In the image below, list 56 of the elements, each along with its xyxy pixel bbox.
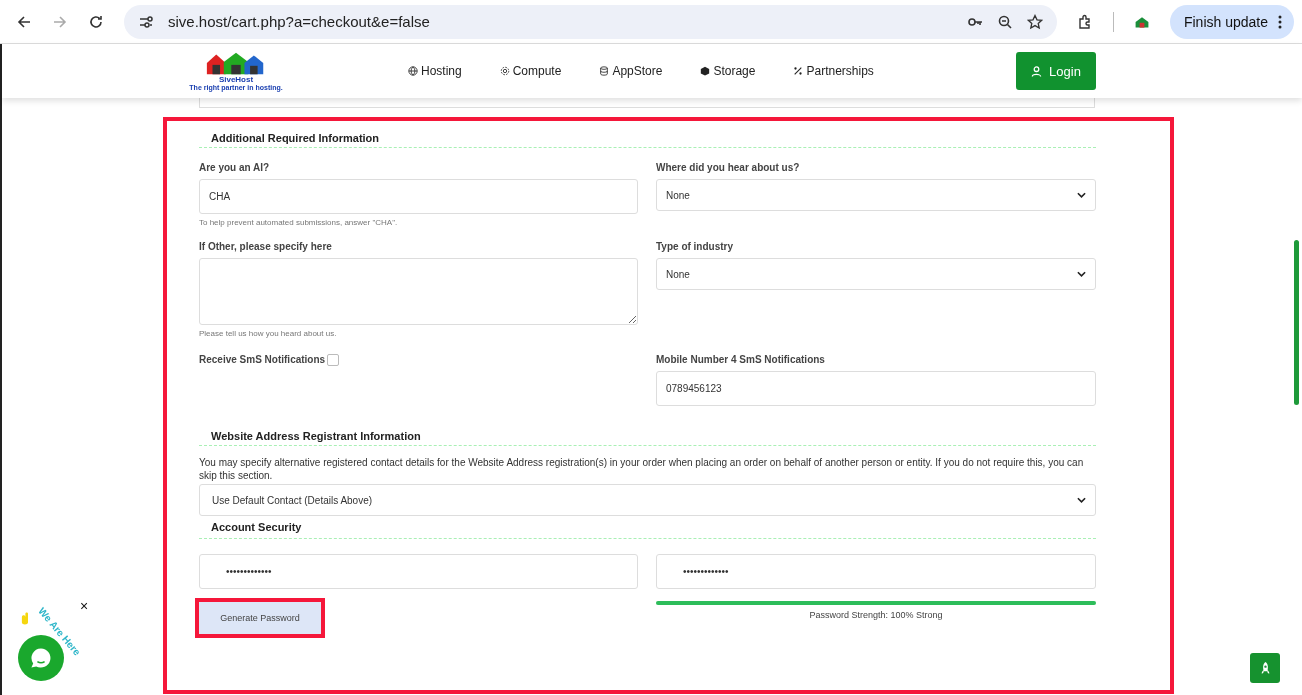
chevron-down-icon [1077,497,1086,503]
strength-text: Password Strength: 100% Strong [808,610,944,620]
field-label: If Other, please specify here [199,241,333,252]
puzzle-icon[interactable] [1076,13,1093,30]
input-field[interactable] [199,98,1095,108]
password-field[interactable]: ••••••••••••• [199,554,638,589]
field-label: Are you an AI? [199,162,271,173]
nav-link[interactable]: Partnerships [793,64,874,78]
section-title: Account Security [210,520,303,535]
nav-link[interactable]: Hosting [408,64,462,78]
gear-icon [499,66,510,76]
reload-icon[interactable] [88,13,104,30]
login-button[interactable]: Login [1016,52,1096,90]
chat-bubble-icon [29,646,53,670]
close-button[interactable]: × [80,600,89,612]
password-field[interactable]: ••••••••••••• [656,554,1096,589]
section-title: Website Address Registrant Information [210,429,422,444]
section-title: Additional Required Information [210,131,381,146]
description-text: You may specify alternative registered contact details for the Website Address registration(s) in your order when placing an order on behalf of another person or entity. If you do not require this, you can skip this section. [199,456,1085,482]
finish-update-button[interactable]: Finish update [1169,4,1294,39]
database-icon [599,66,610,76]
nav-link[interactable]: Compute [499,64,562,78]
address-bar[interactable]: sive.host/cart.php?a=checkout&e=false [124,4,1057,39]
zoom-icon[interactable] [996,13,1013,30]
percent-icon [793,66,804,76]
nav-link[interactable]: Storage [700,64,756,78]
dropdown-field[interactable]: None [656,179,1096,211]
cube-icon [700,66,711,76]
input-field[interactable]: CHA [199,179,638,214]
nav-link[interactable]: AppStore [599,64,663,78]
scrollbar-thumb[interactable] [1294,240,1299,405]
field-label: Type of industry [656,241,735,252]
waving-hand-icon [20,612,29,626]
field-label: Receive SmS Notifications [199,354,326,365]
checkbox[interactable] [327,354,340,366]
chat-button[interactable] [18,635,64,681]
url-text: sive.host/cart.php?a=checkout&e=false [168,13,431,30]
help-text: Please tell us how you heard about us. [199,329,338,340]
back-icon[interactable] [16,13,32,30]
input-field[interactable]: 0789456123 [656,371,1096,406]
rocket-icon [1259,660,1271,676]
back-to-top-button[interactable] [1250,653,1280,683]
generate-password-button[interactable]: Generate Password [195,598,325,638]
logo-name: SiveHost [218,75,254,84]
field-label: Where did you hear about us? [656,162,801,173]
more-icon [1278,14,1282,29]
chevron-down-icon [1077,192,1086,198]
dropdown-field[interactable]: None [656,258,1096,290]
star-icon[interactable] [1026,13,1043,30]
chevron-down-icon [1077,271,1086,277]
help-text: To help prevent automated submissions, answer "CHA". [199,218,399,229]
user-icon [1031,65,1043,77]
globe-icon [408,66,418,76]
dropdown-field[interactable]: Use Default Contact (Details Above) [199,484,1096,516]
site-settings-icon[interactable] [138,13,154,30]
field-label: Mobile Number 4 SmS Notifications [656,354,826,365]
